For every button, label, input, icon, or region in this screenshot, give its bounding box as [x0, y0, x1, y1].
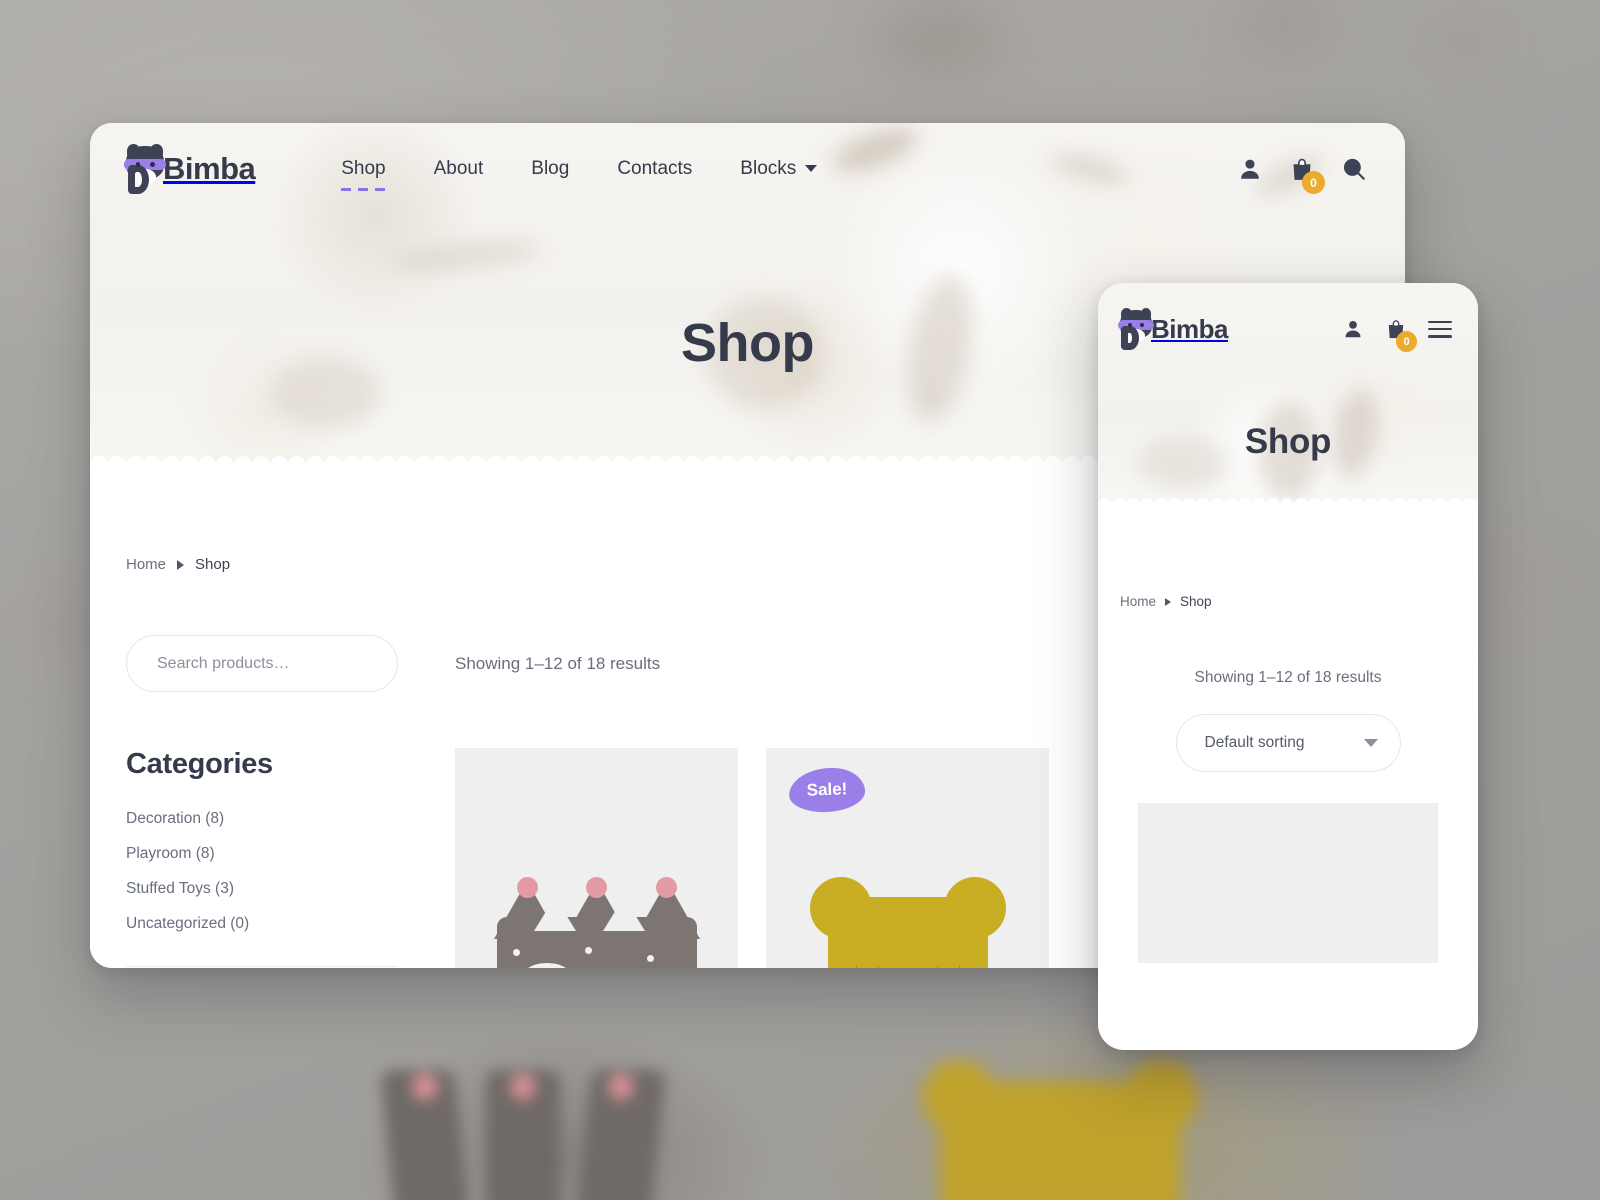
account-icon[interactable] [1237, 156, 1263, 182]
list-item: Uncategorized (0) [126, 915, 398, 933]
desktop-site-header: Bimba Shop About Blog Contacts Blocks 0 [90, 123, 1405, 215]
page-title: Shop [681, 312, 814, 373]
header-icon-group: 0 [1237, 156, 1367, 194]
mobile-product-thumbnail[interactable] [1138, 803, 1438, 963]
product-thumbnail[interactable]: Sale! [766, 748, 1049, 968]
backdrop-crown-pillow-blurred [380, 1040, 670, 1200]
cart-count-badge: 0 [1396, 331, 1417, 352]
backdrop-smudge [1240, 0, 1330, 46]
crown-pillow-image [493, 877, 700, 968]
mobile-page-body: Home Shop Showing 1–12 of 18 results Def… [1098, 508, 1478, 963]
backdrop-bear-pillow-blurred [900, 1060, 1220, 1200]
site-logo[interactable]: Bimba [123, 144, 256, 194]
hero-scalloped-edge [1098, 497, 1478, 508]
search-icon[interactable] [1341, 156, 1367, 182]
backdrop-smudge [880, 10, 1000, 70]
chevron-down-icon [805, 165, 818, 172]
mobile-results-count-text: Showing 1–12 of 18 results [1194, 669, 1382, 686]
category-list: Decoration (8) Playroom (8) Stuffed Toys… [126, 810, 398, 933]
mobile-site-logo-text: Bimba [1151, 313, 1228, 344]
mobile-site-header: Bimba 0 [1098, 283, 1478, 375]
cart-count-badge: 0 [1302, 171, 1325, 194]
chevron-down-icon [1363, 739, 1378, 747]
breadcrumb-separator-icon [177, 559, 185, 570]
mobile-page-title: Shop [1244, 421, 1332, 461]
breadcrumb-current: Shop [1180, 594, 1212, 609]
category-link-playroom[interactable]: Playroom (8) [126, 845, 215, 862]
nav-item-contacts[interactable]: Contacts [593, 152, 716, 186]
breadcrumb-home[interactable]: Home [126, 556, 166, 573]
list-item: Decoration (8) [126, 810, 398, 828]
nav-item-blog[interactable]: Blog [507, 152, 593, 186]
backdrop-smudge [1430, 25, 1500, 59]
sale-badge: Sale! [788, 766, 866, 814]
sorting-select-value: Default sorting [1204, 734, 1305, 751]
category-link-decoration[interactable]: Decoration (8) [126, 810, 224, 827]
search-icon[interactable] [374, 654, 375, 674]
main-navigation: Shop About Blog Contacts Blocks [317, 152, 841, 191]
product-card-bear-pillow[interactable]: Sale! [766, 748, 1049, 968]
menu-icon[interactable] [1428, 320, 1452, 338]
results-count-text: Showing 1–12 of 18 results [455, 653, 661, 673]
sorting-select[interactable]: Default sorting [1175, 714, 1401, 772]
product-thumbnail[interactable] [455, 748, 738, 968]
search-input[interactable] [157, 654, 364, 673]
breadcrumb-current: Shop [195, 556, 231, 573]
shop-sidebar: Categories Decoration (8) Playroom (8) S… [126, 748, 398, 968]
nav-item-about[interactable]: About [410, 152, 508, 186]
list-item: Playroom (8) [126, 845, 398, 863]
breadcrumb-home[interactable]: Home [1120, 594, 1156, 609]
site-logo-text: Bimba [163, 151, 256, 186]
mobile-viewport-mockup: Bimba 0 Shop Home Shop Showing 1–12 of 1… [1098, 283, 1478, 1050]
product-search-form [126, 635, 398, 692]
categories-heading: Categories [126, 748, 273, 780]
list-item: Stuffed Toys (3) [126, 880, 398, 898]
mobile-header-icon-group: 0 [1342, 318, 1452, 352]
category-link-stuffed-toys[interactable]: Stuffed Toys (3) [126, 880, 234, 897]
cart-icon[interactable]: 0 [1385, 318, 1417, 352]
cart-icon[interactable]: 0 [1289, 156, 1325, 194]
breadcrumb-separator-icon [1165, 597, 1172, 606]
nav-item-shop[interactable]: Shop [317, 152, 409, 191]
mobile-breadcrumb: Home Shop [1120, 508, 1456, 609]
sidebar-divider [126, 966, 398, 967]
mobile-site-logo[interactable]: Bimba [1118, 307, 1228, 351]
bear-pillow-image [809, 871, 1006, 968]
bimba-bear-logo-icon [1118, 307, 1154, 351]
account-icon[interactable] [1342, 318, 1364, 340]
nav-item-blocks[interactable]: Blocks [716, 152, 841, 186]
product-card-crown-pillow[interactable] [455, 748, 738, 968]
category-link-uncategorized[interactable]: Uncategorized (0) [126, 915, 249, 932]
bimba-bear-logo-icon [123, 144, 167, 194]
